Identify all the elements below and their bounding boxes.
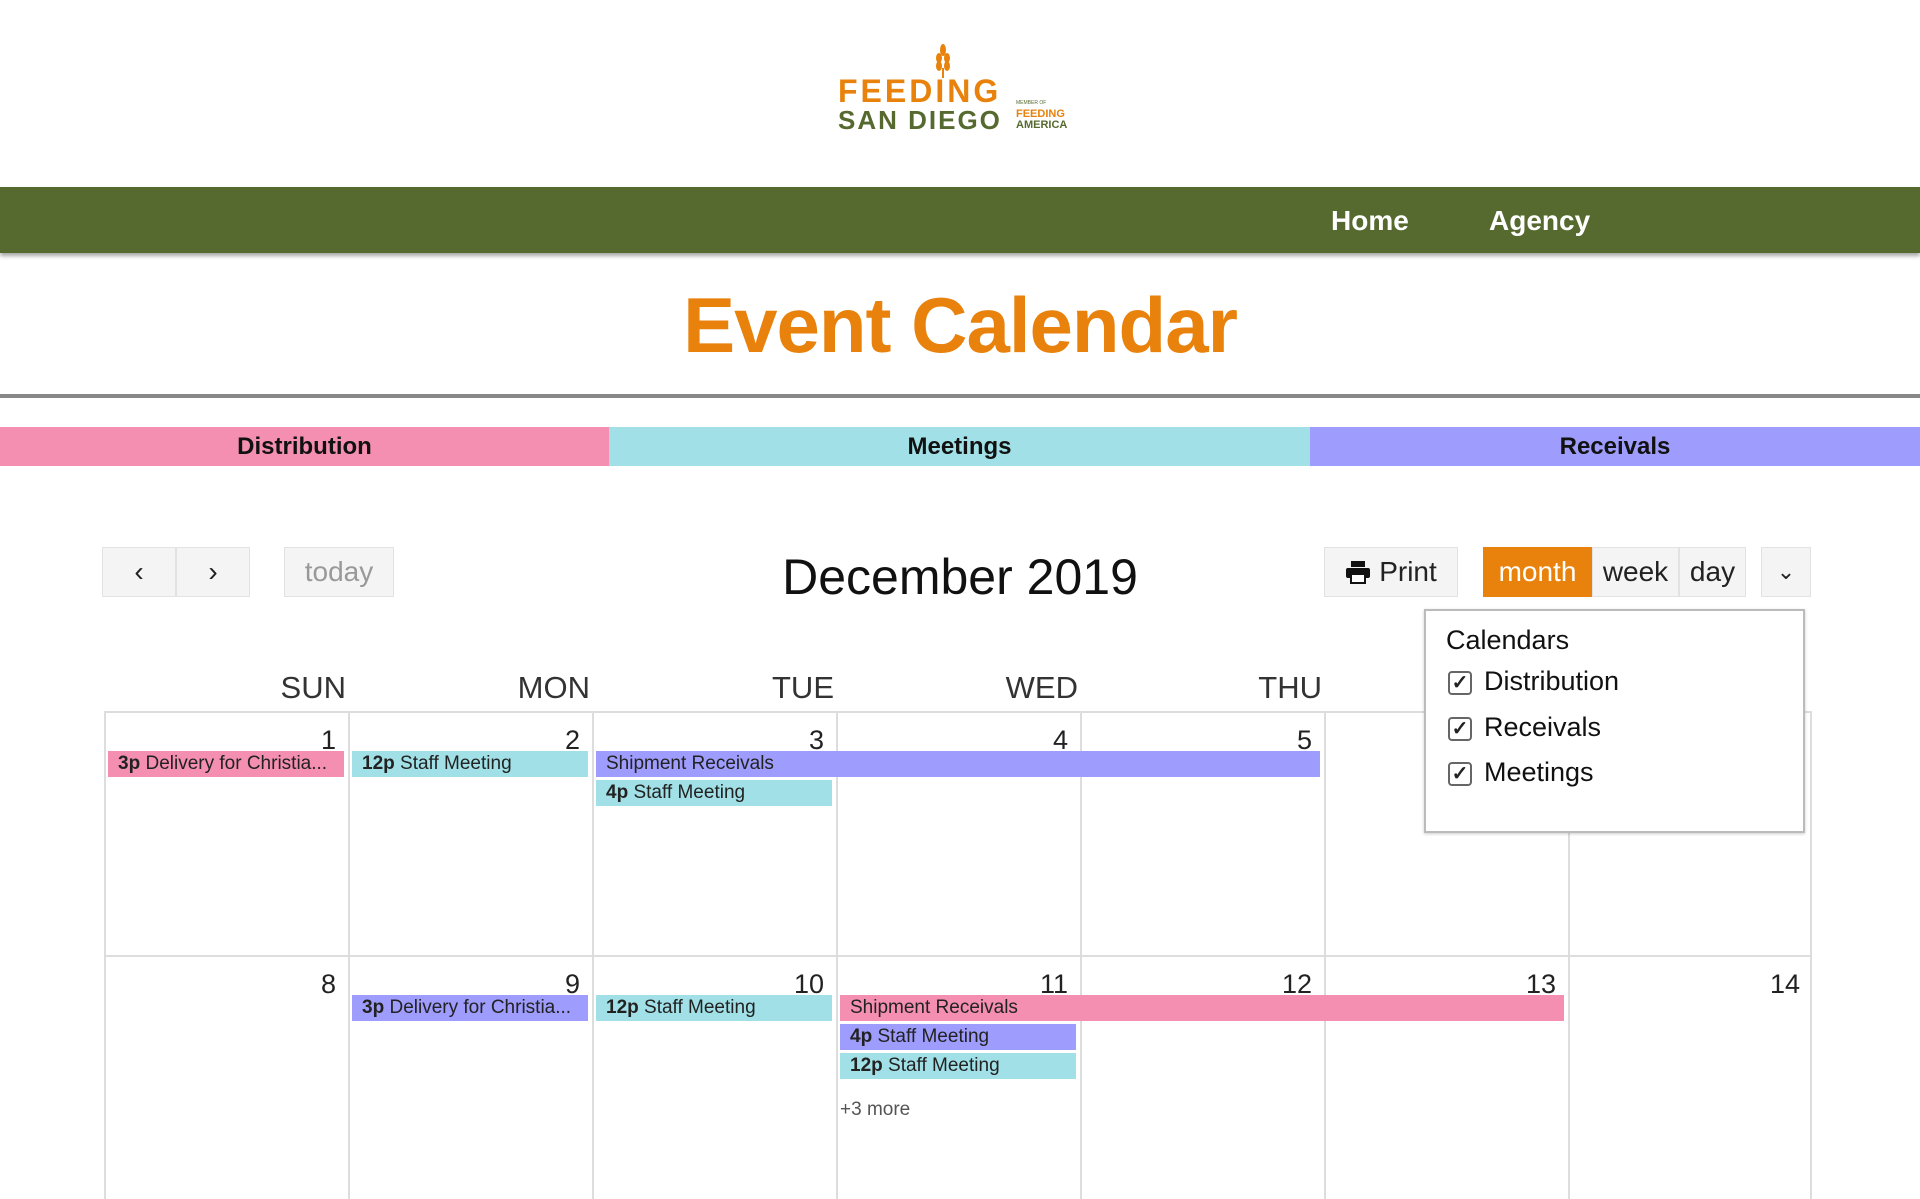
event[interactable]: Shipment Receivals [596,751,1320,777]
event[interactable]: 12p Staff Meeting [352,751,588,777]
event-time: 4p [606,782,629,803]
event-time: 3p [118,753,141,774]
calendar-title: December 2019 [782,549,1138,605]
event-title: Staff Meeting [877,1026,990,1047]
calendar-label-distribution: Distribution [1484,666,1620,696]
day-cell[interactable]: 4 [836,711,1080,955]
day-number: 8 [320,969,336,999]
checkbox-receivals[interactable]: ✓ [1448,717,1472,741]
day-header: WED [1005,670,1078,705]
event[interactable]: Shipment Receivals [840,995,1564,1021]
event-time: 12p [850,1055,883,1076]
day-header: MON [517,670,590,705]
divider [0,394,1920,398]
event-time: 12p [606,997,639,1018]
category-receivals[interactable]: Receivals [1310,427,1920,466]
page-title: Event Calendar [683,281,1238,369]
event-time: 4p [850,1026,873,1047]
event[interactable]: 3p Delivery for Christia... [352,995,588,1021]
day-cell[interactable]: 10 [592,955,836,1199]
event[interactable]: 4p Staff Meeting [596,780,832,806]
event-title: Staff Meeting [633,782,746,803]
day-header: TUE [772,670,834,705]
day-cell[interactable]: 1 [104,711,348,955]
printer-icon [1346,561,1371,584]
event[interactable]: 3p Delivery for Christia... [108,751,344,777]
main-nav: Home Agency [0,187,1920,253]
day-cell[interactable]: 14 [1568,955,1812,1199]
day-cell[interactable]: 3 [592,711,836,955]
event-time: 3p [362,997,385,1018]
nav-home[interactable]: Home [1331,205,1409,237]
event-title: Shipment Receivals [606,753,774,774]
day-cell[interactable]: 9 [348,955,592,1199]
svg-text:SAN DIEGO: SAN DIEGO [838,105,1002,135]
view-day-button[interactable]: day [1679,547,1746,597]
day-header: SUN [280,670,346,705]
day-cell[interactable]: 13 [1324,955,1568,1199]
nav-agency[interactable]: Agency [1489,205,1590,237]
day-cell[interactable]: 12 [1080,955,1324,1199]
day-cell[interactable]: 8 [104,955,348,1199]
event-title: Delivery for Christia... [145,753,328,774]
svg-text:MEMBER OF: MEMBER OF [1016,100,1046,106]
event-title: Shipment Receivals [850,997,1018,1018]
wheat-icon: FEEDING SAN DIEGO MEMBER OF FEEDING AMER… [838,44,1067,135]
event[interactable]: 12p Staff Meeting [840,1053,1076,1079]
print-label: Print [1379,556,1437,587]
day-cell[interactable]: 2 [348,711,592,955]
checkbox-distribution[interactable]: ✓ [1448,671,1472,695]
calendars-popover: Calendars ✓ Distribution ✓ Receivals ✓ M… [1424,609,1805,833]
next-button[interactable]: › [176,547,250,597]
event[interactable]: 4p Staff Meeting [840,1024,1076,1050]
today-button[interactable]: today [284,547,394,597]
popover-title: Calendars [1446,625,1570,655]
calendars-dropdown-button[interactable]: ⌄ [1761,547,1811,597]
day-cell[interactable]: 5 [1080,711,1324,955]
event-title: Staff Meeting [644,997,756,1018]
event-title: Staff Meeting [400,753,512,774]
category-distribution[interactable]: Distribution [0,427,609,466]
chevron-right-icon: › [208,556,218,587]
calendar-label-receivals: Receivals [1484,712,1602,742]
day-header: THU [1258,670,1322,705]
day-number: 14 [1769,969,1800,999]
category-meetings[interactable]: Meetings [609,427,1310,466]
event-title: Delivery for Christia... [389,997,572,1018]
svg-text:AMERICA: AMERICA [1016,119,1067,131]
chevron-left-icon: ‹ [134,556,144,587]
svg-text:FEEDING: FEEDING [838,73,1001,109]
checkbox-meetings[interactable]: ✓ [1448,762,1472,786]
print-button[interactable]: Print [1324,547,1458,597]
chevron-down-icon: ⌄ [1776,559,1796,584]
event-time: 12p [362,753,395,774]
more-events-link[interactable]: +3 more [840,1099,910,1121]
calendar-label-meetings: Meetings [1484,757,1594,787]
feeding-san-diego-logo[interactable]: FEEDING SAN DIEGO MEMBER OF FEEDING AMER… [830,40,1090,135]
event-title: Staff Meeting [888,1055,1000,1076]
view-week-button[interactable]: week [1592,547,1679,597]
prev-button[interactable]: ‹ [102,547,176,597]
event[interactable]: 12p Staff Meeting [596,995,832,1021]
view-month-button[interactable]: month [1483,547,1592,597]
